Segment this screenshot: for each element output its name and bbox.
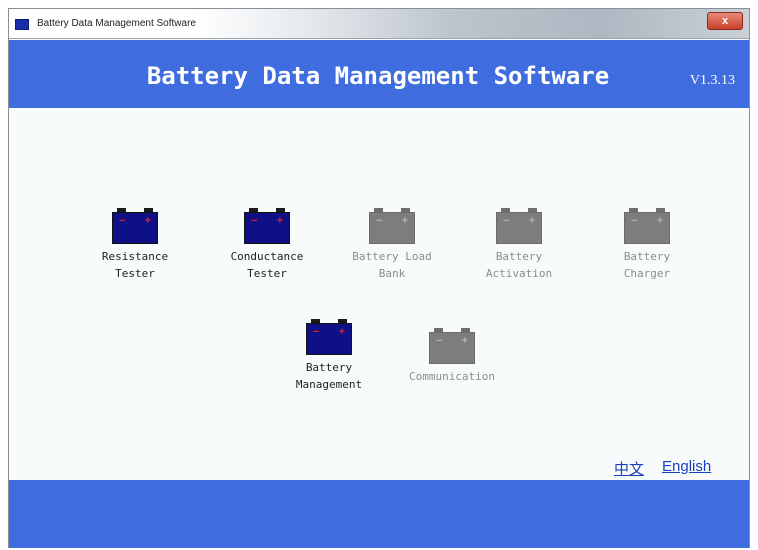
language-english-link[interactable]: English [662,458,711,475]
module-communication[interactable]: − + Communication [397,328,507,385]
app-icon [15,19,29,30]
battery-icon: − + [369,208,415,244]
module-label: Battery Activation [485,250,553,280]
battery-icon: − + [112,208,158,244]
module-battery-charger[interactable]: − + Battery Charger [607,208,687,282]
version-label: V1.3.13 [689,73,735,88]
window-title: Battery Data Management Software [37,18,196,29]
app-title: Battery Data Management Software [146,62,610,90]
battery-icon: − + [624,208,670,244]
module-battery-management[interactable]: − + Battery Management [281,319,377,393]
battery-icon: − + [429,328,475,364]
module-label: Resistance Tester [101,250,169,280]
module-battery-load-bank[interactable]: − + Battery Load Bank [342,208,442,282]
app-window: Battery Data Management Software x Batte… [8,8,750,548]
module-label: Communication [408,370,496,383]
header-banner: Battery Data Management Software V1.3.13 [9,40,749,108]
module-resistance-tester[interactable]: − + Resistance Tester [95,208,175,282]
module-label: Conductance Tester [230,250,304,280]
module-battery-activation[interactable]: − + Battery Activation [471,208,567,282]
module-label: Battery Management [295,361,363,391]
language-chinese-link[interactable]: 中文 [614,458,644,479]
battery-icon: − + [244,208,290,244]
battery-icon: − + [496,208,542,244]
close-button[interactable]: x [707,12,743,30]
module-label: Battery Load Bank [352,250,432,280]
main-content: − + Resistance Tester − + Conductance Test… [9,108,749,480]
footer-bar [9,480,749,548]
battery-icon: − + [306,319,352,355]
module-label: Battery Charger [623,250,671,280]
module-conductance-tester[interactable]: − + Conductance Tester [217,208,317,282]
title-bar[interactable]: Battery Data Management Software x [9,9,749,39]
